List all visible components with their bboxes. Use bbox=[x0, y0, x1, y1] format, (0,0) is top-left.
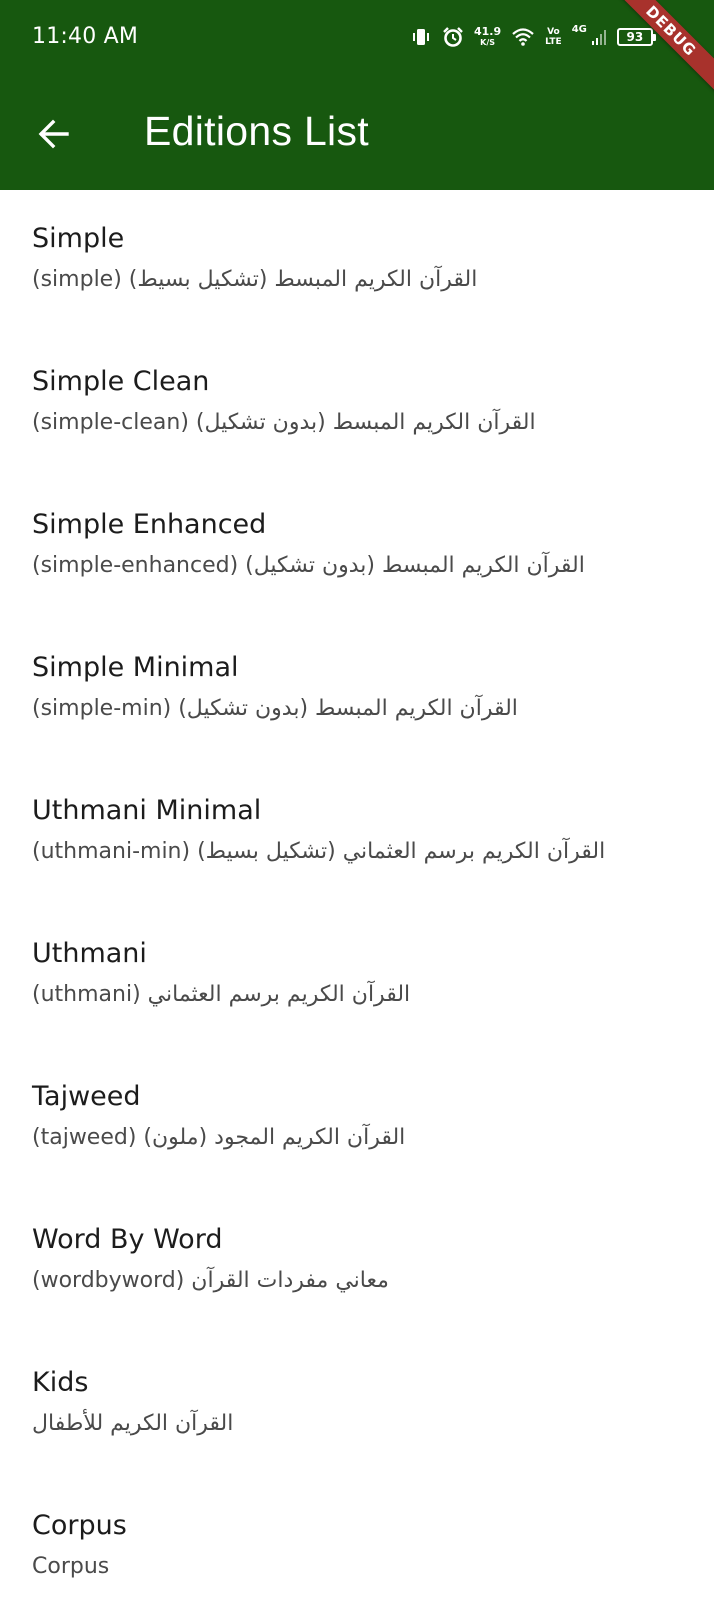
edition-title: Word By Word bbox=[32, 1224, 223, 1255]
edition-subtitle: القرآن الكريم المبسط (بدون تشكيل) (simpl… bbox=[32, 696, 518, 721]
wifi-icon bbox=[512, 28, 534, 46]
network-speed-unit: K/S bbox=[480, 38, 496, 47]
list-item-simple-enhanced[interactable]: Simple Enhanced القرآن الكريم المبسط (بد… bbox=[0, 476, 714, 619]
edition-title: Simple Minimal bbox=[32, 652, 239, 683]
list-item-simple[interactable]: Simple القرآن الكريم المبسط (تشكيل بسيط)… bbox=[0, 190, 714, 333]
page-title: Editions List bbox=[144, 108, 369, 154]
edition-subtitle: القرآن الكريم برسم العثماني (uthmani) bbox=[32, 982, 411, 1007]
list-item-simple-minimal[interactable]: Simple Minimal القرآن الكريم المبسط (بدو… bbox=[0, 619, 714, 762]
edition-title: Simple Clean bbox=[32, 366, 210, 397]
debug-banner: DEBUG bbox=[596, 0, 714, 106]
editions-list: Simple القرآن الكريم المبسط (تشكيل بسيط)… bbox=[0, 190, 714, 1620]
edition-subtitle: القرآن الكريم المبسط (تشكيل بسيط) (simpl… bbox=[32, 267, 478, 292]
list-item-uthmani-minimal[interactable]: Uthmani Minimal القرآن الكريم برسم العثم… bbox=[0, 762, 714, 905]
vibrate-icon bbox=[413, 29, 429, 45]
list-item-tajweed[interactable]: Tajweed القرآن الكريم المجود (ملون) (taj… bbox=[0, 1048, 714, 1191]
edition-title: Corpus bbox=[32, 1510, 127, 1541]
edition-subtitle: القرآن الكريم برسم العثماني (تشكيل بسيط)… bbox=[32, 839, 606, 864]
network-speed: 41.9 K/S bbox=[474, 26, 501, 48]
list-item-word-by-word[interactable]: Word By Word معاني مفردات القرآن (wordby… bbox=[0, 1191, 714, 1334]
list-item-uthmani[interactable]: Uthmani القرآن الكريم برسم العثماني (uth… bbox=[0, 905, 714, 1048]
volte-bottom: LTE bbox=[545, 37, 562, 47]
edition-subtitle: معاني مفردات القرآن (wordbyword) bbox=[32, 1268, 389, 1293]
alarm-icon bbox=[443, 27, 463, 47]
edition-subtitle: القرآن الكريم المبسط (بدون تشكيل) (simpl… bbox=[32, 410, 536, 435]
edition-title: Kids bbox=[32, 1367, 89, 1398]
volte-top: Vo bbox=[547, 27, 560, 37]
edition-title: Simple Enhanced bbox=[32, 509, 267, 540]
battery-icon: 93 bbox=[616, 28, 656, 46]
volte-indicator: Vo LTE bbox=[545, 27, 562, 47]
edition-title: Uthmani Minimal bbox=[32, 795, 262, 826]
edition-subtitle: Corpus bbox=[32, 1554, 110, 1579]
signal-icon bbox=[591, 30, 606, 45]
battery-level: 93 bbox=[626, 30, 644, 44]
edition-subtitle: القرآن الكريم للأطفال bbox=[32, 1411, 234, 1436]
app-bar: 11:40 AM 41.9 K/S Vo LTE 4G 93 DEBUG Edi… bbox=[0, 0, 714, 190]
edition-subtitle: القرآن الكريم المجود (ملون) (tajweed) bbox=[32, 1125, 406, 1150]
network-type: 4G bbox=[571, 23, 587, 35]
status-icons: 41.9 K/S Vo LTE 4G 93 bbox=[410, 22, 656, 52]
list-item-kids[interactable]: Kids القرآن الكريم للأطفال bbox=[0, 1334, 714, 1477]
back-button[interactable] bbox=[32, 112, 76, 156]
arrow-back-icon bbox=[38, 119, 69, 149]
edition-subtitle: القرآن الكريم المبسط (بدون تشكيل) (simpl… bbox=[32, 553, 585, 578]
list-item-simple-clean[interactable]: Simple Clean القرآن الكريم المبسط (بدون … bbox=[0, 333, 714, 476]
network-speed-value: 41.9 bbox=[474, 25, 502, 38]
edition-title: Tajweed bbox=[32, 1081, 141, 1112]
edition-title: Simple bbox=[32, 223, 125, 254]
status-time: 11:40 AM bbox=[32, 24, 139, 49]
edition-title: Uthmani bbox=[32, 938, 147, 969]
